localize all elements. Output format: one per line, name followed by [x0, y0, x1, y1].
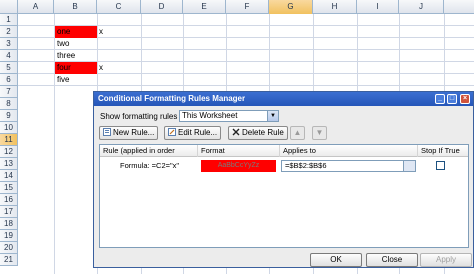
column-header-bar: A B C D E F G H I J: [0, 0, 474, 14]
column-header-f[interactable]: F: [226, 0, 269, 14]
new-rule-button[interactable]: New Rule...: [99, 126, 159, 140]
new-rule-icon: [103, 128, 111, 136]
edit-rule-icon: [168, 128, 176, 136]
row-header-16[interactable]: 16: [0, 194, 18, 206]
rules-table-header: Rule (applied in order shown) Format App…: [100, 145, 468, 167]
row-header-3[interactable]: 3: [0, 38, 18, 50]
column-stop-if-true: Stop If True: [421, 146, 460, 155]
column-header-d[interactable]: D: [141, 0, 183, 14]
cell-b3[interactable]: two: [55, 38, 97, 50]
column-header-g[interactable]: G: [269, 0, 313, 14]
column-applies-to: Applies to: [280, 145, 418, 157]
row-header-15[interactable]: 15: [0, 182, 18, 194]
apply-button[interactable]: Apply: [420, 253, 472, 267]
cell-b2[interactable]: one: [55, 26, 97, 38]
rule-row[interactable]: Formula: =C2="x" AaBbCcYyZz =$B$2:$B$6: [100, 158, 468, 174]
stop-if-true-checkbox[interactable]: [436, 161, 445, 170]
column-header-c[interactable]: C: [97, 0, 141, 14]
row-header-21[interactable]: 21: [0, 254, 18, 266]
row-header-1[interactable]: 1: [0, 14, 18, 26]
row-header-9[interactable]: 9: [0, 110, 18, 122]
edit-rule-button[interactable]: Edit Rule...: [164, 126, 222, 140]
row-header-14[interactable]: 14: [0, 170, 18, 182]
row-header-17[interactable]: 17: [0, 206, 18, 218]
delete-icon: [232, 128, 240, 136]
row-header-12[interactable]: 12: [0, 146, 18, 158]
maximize-icon[interactable]: □: [447, 94, 457, 104]
cell-b5[interactable]: four: [55, 62, 97, 74]
column-header-j[interactable]: J: [399, 0, 444, 14]
conditional-formatting-dialog: Conditional Formatting Rules Manager _ □…: [93, 91, 474, 268]
dialog-title: Conditional Formatting Rules Manager: [98, 94, 246, 103]
column-rule: Rule (applied in order shown): [100, 145, 198, 167]
cell-b4[interactable]: three: [55, 50, 97, 62]
row-header-11[interactable]: 11: [0, 134, 18, 146]
row-header-5[interactable]: 5: [0, 62, 18, 74]
row-header-18[interactable]: 18: [0, 218, 18, 230]
new-rule-label: New Rule...: [113, 128, 155, 137]
column-header-b[interactable]: B: [54, 0, 97, 14]
row-header-2[interactable]: 2: [0, 26, 18, 38]
show-rules-select[interactable]: This Worksheet ▼: [179, 110, 279, 122]
cell-b6[interactable]: five: [55, 74, 97, 86]
row-header-6[interactable]: 6: [0, 74, 18, 86]
column-header-i[interactable]: I: [357, 0, 399, 14]
rule-applies-to-input[interactable]: =$B$2:$B$6: [281, 160, 416, 172]
close-button[interactable]: Close: [366, 253, 418, 267]
cell-c5[interactable]: x: [97, 62, 137, 74]
rules-table: Rule (applied in order shown) Format App…: [99, 144, 469, 248]
column-format: Format: [198, 145, 280, 157]
row-header-8[interactable]: 8: [0, 98, 18, 110]
range-picker-icon[interactable]: [403, 161, 415, 171]
show-rules-label: Show formatting rules for:: [100, 112, 192, 121]
edit-rule-label: Edit Rule...: [178, 128, 218, 137]
delete-rule-label: Delete Rule: [242, 128, 284, 137]
column-header-a[interactable]: A: [18, 0, 54, 14]
move-up-icon[interactable]: ▲: [290, 126, 305, 140]
move-down-icon[interactable]: ▼: [312, 126, 327, 140]
chevron-down-icon[interactable]: ▼: [267, 111, 278, 121]
column-header-e[interactable]: E: [183, 0, 226, 14]
close-icon[interactable]: ×: [460, 94, 470, 104]
select-all-corner[interactable]: [0, 0, 18, 14]
row-header-4[interactable]: 4: [0, 50, 18, 62]
ok-button[interactable]: OK: [310, 253, 362, 267]
row-header-13[interactable]: 13: [0, 158, 18, 170]
show-rules-value: This Worksheet: [182, 111, 238, 120]
row-header-19[interactable]: 19: [0, 230, 18, 242]
rule-condition: Formula: =C2="x": [120, 161, 180, 170]
rule-format-preview: AaBbCcYyZz: [201, 160, 276, 172]
minimize-icon[interactable]: _: [435, 94, 445, 104]
row-header-10[interactable]: 10: [0, 122, 18, 134]
column-header-h[interactable]: H: [313, 0, 357, 14]
delete-rule-button[interactable]: Delete Rule: [228, 126, 288, 140]
rule-applies-to-value: =$B$2:$B$6: [285, 161, 327, 170]
cell-c2[interactable]: x: [97, 26, 137, 38]
row-header-20[interactable]: 20: [0, 242, 18, 254]
dialog-titlebar[interactable]: Conditional Formatting Rules Manager _ □…: [94, 92, 473, 106]
row-header-7[interactable]: 7: [0, 86, 18, 98]
